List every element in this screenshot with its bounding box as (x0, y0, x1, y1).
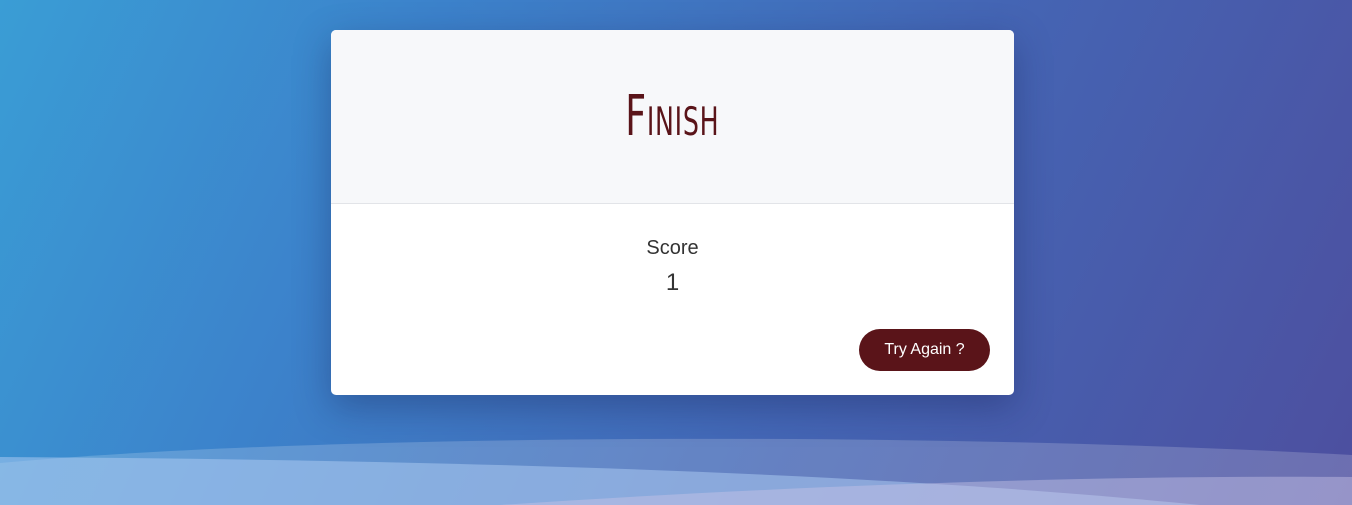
card-body: Score 1 Try Again ? (331, 204, 1014, 395)
background-waves (0, 438, 1352, 505)
score-value: 1 (665, 269, 680, 296)
card-header: Finish (331, 30, 1014, 204)
score-label: Score (646, 237, 699, 259)
result-card: Finish Score 1 Try Again ? (331, 30, 1014, 395)
try-again-button[interactable]: Try Again ? (859, 329, 990, 371)
page-title: Finish (625, 83, 720, 149)
